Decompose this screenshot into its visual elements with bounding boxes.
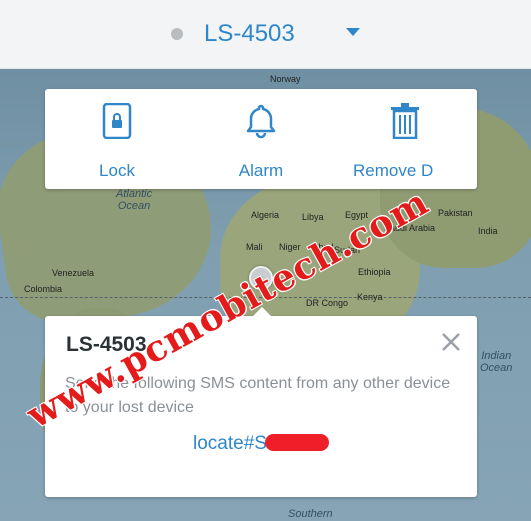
device-header: LS-4503 [0, 0, 531, 69]
map-label: Libya [302, 212, 324, 222]
sms-locate-popup: LS-4503 Send the following SMS content f… [45, 307, 477, 497]
map-label: Kenya [357, 292, 383, 302]
device-selector[interactable]: LS-4503 [204, 20, 295, 48]
map-label: Southern [288, 508, 333, 520]
map-label: Atlantic Ocean [116, 188, 153, 212]
map-label: Egypt [345, 210, 369, 220]
remove-device-label: Remove D [353, 161, 434, 180]
lock-button[interactable]: Lock [45, 89, 189, 189]
trash-icon [390, 103, 420, 144]
remove-device-button[interactable]: Remove D [333, 89, 477, 189]
map-label: Mali [246, 242, 263, 252]
map-label: Sudan [334, 245, 361, 255]
map-label: Colombia [24, 284, 63, 294]
map-label: Algeria [251, 210, 280, 220]
map-label: Norway [270, 74, 301, 84]
alarm-label: Alarm [238, 161, 284, 180]
lock-label: Lock [99, 161, 135, 180]
equator-line [0, 297, 531, 298]
popup-instructions: Send the following SMS content from any … [65, 375, 451, 416]
redaction-mark [264, 434, 329, 451]
bell-icon [245, 103, 277, 144]
map-label: Indian Ocean [480, 350, 513, 374]
map-label: Pakistan [438, 208, 473, 218]
map-label: Saudi Arabia [384, 223, 436, 233]
map-label: India [478, 226, 498, 236]
close-icon[interactable] [441, 332, 461, 352]
map-label: Niger [279, 242, 301, 252]
alarm-button[interactable]: Alarm [189, 89, 333, 189]
lock-phone-icon [102, 102, 132, 144]
sms-command: locate#S [45, 433, 477, 455]
status-indicator [171, 28, 183, 40]
action-panel: Lock Alarm Remove D [45, 89, 477, 189]
device-location-marker[interactable] [249, 266, 273, 290]
map-label: Venezuela [52, 268, 95, 278]
sms-command-text: locate#S [193, 433, 267, 454]
popup-title: LS-4503 [66, 333, 147, 356]
caret-down-icon[interactable] [346, 28, 360, 36]
map-label: Chad [312, 242, 334, 252]
map-label: DR Congo [306, 298, 349, 308]
map-label: Ethiopia [358, 267, 391, 277]
